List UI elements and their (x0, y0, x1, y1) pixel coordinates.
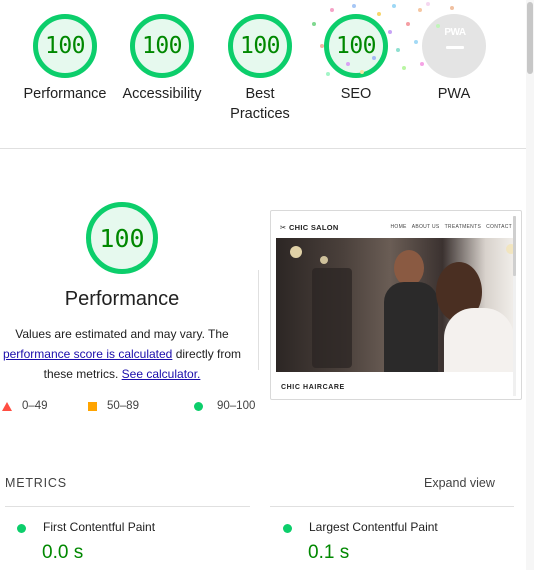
final-screenshot-thumbnail[interactable]: ✂ CHIC SALON HOME ABOUT US TREATMENTS CO… (270, 210, 522, 400)
gauge-seo[interactable]: 100 SEO (306, 14, 406, 104)
accessibility-score-ring: 100 (130, 14, 194, 78)
legend-fail: 0–49 (2, 400, 48, 412)
page-scrollbar[interactable] (526, 0, 534, 570)
preview-nav-item: HOME (390, 224, 407, 230)
metric-name: Largest Contentful Paint (309, 520, 438, 534)
pass-circle-icon (194, 401, 203, 411)
pass-circle-icon (283, 524, 292, 533)
desc-prefix: Values are estimated and may vary. The (15, 327, 229, 341)
gauge-best-practices[interactable]: 100 Best Practices (210, 14, 310, 124)
preview-nav-item: ABOUT US (411, 224, 440, 230)
see-calculator-link[interactable]: See calculator. (122, 367, 201, 381)
scissors-icon: ✂ (280, 223, 289, 232)
legend-average-label: 50–89 (107, 400, 139, 412)
expand-view-button[interactable]: Expand view (424, 476, 495, 490)
best-practices-score-ring: 100 (228, 14, 292, 78)
metric-name: First Contentful Paint (43, 520, 156, 534)
category-gauges: 100 Performance 100 Accessibility 100 Be… (0, 0, 534, 148)
gauge-performance[interactable]: 100 Performance (15, 14, 115, 104)
score-value: 100 (44, 33, 86, 59)
vertical-separator (258, 270, 259, 370)
preview-caption: CHIC HAIRCARE (281, 384, 345, 391)
performance-score-gauge: 100 (86, 202, 158, 274)
score-value: 100 (335, 33, 377, 59)
gauge-label: Performance (23, 86, 107, 102)
gauge-label: SEO (340, 86, 372, 102)
pwa-badge-text: PWA (444, 27, 466, 38)
legend-pass-label: 90–100 (217, 400, 256, 412)
screenshot-content: ✂ CHIC SALON HOME ABOUT US TREATMENTS CO… (274, 214, 518, 398)
legend-fail-label: 0–49 (22, 400, 48, 412)
gauge-accessibility[interactable]: 100 Accessibility (112, 14, 212, 104)
average-square-icon (88, 401, 97, 411)
section-divider (0, 148, 526, 149)
metrics-header: METRICS (5, 476, 67, 490)
score-value: 100 (141, 33, 183, 59)
performance-score-value: 100 (99, 223, 145, 253)
pass-circle-icon (17, 524, 26, 533)
legend-average: 50–89 (88, 400, 139, 412)
seo-score-ring: 100 (324, 14, 388, 78)
gauge-label: PWA (437, 86, 471, 102)
preview-logo-text: CHIC SALON (288, 223, 339, 232)
preview-scrollbar (513, 216, 516, 396)
metric-divider (270, 506, 514, 507)
pwa-icon: PWA (441, 26, 469, 56)
preview-nav-item: TREATMENTS (444, 224, 482, 230)
fail-triangle-icon (2, 401, 12, 411)
performance-description: Values are estimated and may vary. The p… (0, 324, 244, 384)
gauge-label: Accessibility (122, 86, 202, 102)
scrollbar-thumb[interactable] (527, 2, 533, 74)
preview-nav: HOME ABOUT US TREATMENTS CONTACT (390, 224, 512, 230)
gauge-label: Best Practices (230, 86, 290, 122)
metric-value: 0.0 s (42, 542, 84, 563)
metric-value: 0.1 s (308, 542, 350, 563)
metric-divider (5, 506, 250, 507)
pwa-badge-ring: PWA (422, 14, 486, 78)
score-calculated-link[interactable]: performance score is calculated (3, 347, 172, 361)
preview-logo: ✂ CHIC SALON (280, 223, 339, 232)
performance-score-ring: 100 (33, 14, 97, 78)
preview-hero-photo (276, 238, 514, 372)
performance-title: Performance (64, 288, 180, 310)
score-value: 100 (239, 33, 281, 59)
legend-pass: 90–100 (194, 400, 255, 412)
preview-nav-item: CONTACT (486, 224, 512, 230)
gauge-pwa[interactable]: PWA PWA (404, 14, 504, 104)
